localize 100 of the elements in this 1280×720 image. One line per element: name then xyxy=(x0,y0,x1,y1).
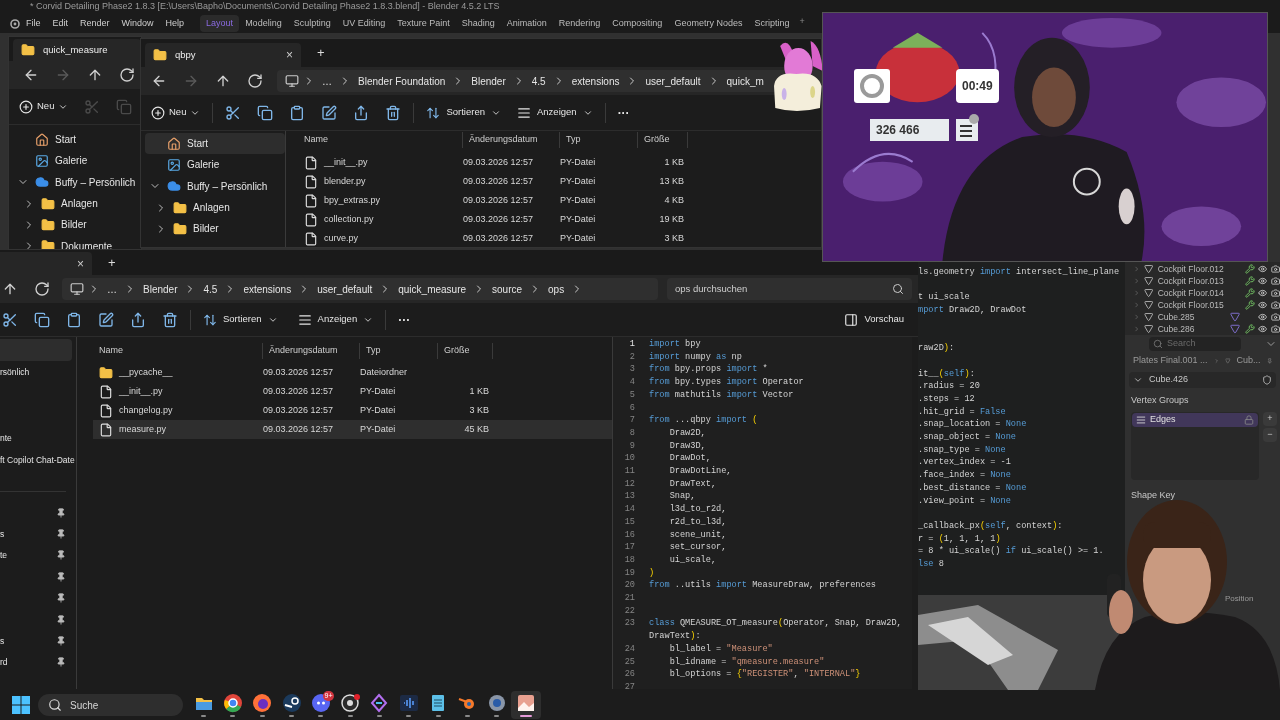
add-button[interactable]: + xyxy=(1263,411,1277,426)
new-button[interactable]: Neu xyxy=(19,99,69,114)
sidebar-item[interactable]: Galerie xyxy=(145,154,285,176)
workspace-tab[interactable]: Shading xyxy=(455,14,501,33)
camera-icon[interactable] xyxy=(1270,300,1280,310)
sidebar-item[interactable]: Bilder xyxy=(145,218,285,240)
file-row[interactable]: __pycache__ 09.03.2026 12:57 Dateiordner xyxy=(93,363,612,382)
more-button[interactable]: ··· xyxy=(398,310,411,329)
new-tab-button[interactable]: + xyxy=(309,43,333,63)
view-button[interactable]: Anzeigen xyxy=(517,105,593,120)
file-row[interactable]: bpy_extras.py 09.03.2026 12:57 PY-Datei 4 KB xyxy=(298,191,688,210)
pen-square-icon[interactable] xyxy=(98,311,114,328)
eye-icon[interactable] xyxy=(1257,324,1267,334)
quick-access-item[interactable]: te xyxy=(0,544,70,567)
copy-icon[interactable] xyxy=(34,311,50,328)
workspace-tab[interactable]: Scripting xyxy=(748,14,796,33)
breadcrumb-item[interactable]: ops xyxy=(546,281,567,297)
column-header[interactable]: Typ xyxy=(360,343,438,359)
outliner-row[interactable]: Cockpit Floor.012 xyxy=(1125,263,1280,275)
file-row[interactable]: curve.py 09.03.2026 12:57 PY-Datei 3 KB xyxy=(298,229,688,247)
outliner-row[interactable]: Cube.286 xyxy=(1125,323,1280,335)
menu-item[interactable]: Window xyxy=(121,16,154,31)
sidebar-item[interactable]: Anlagen xyxy=(13,192,141,215)
outliner-row[interactable]: Cockpit Floor.013 xyxy=(1125,275,1280,287)
workspace-tab[interactable]: Sculpting xyxy=(287,14,337,33)
remove-button[interactable]: − xyxy=(1263,427,1277,442)
breadcrumb-item[interactable]: 4.5 xyxy=(529,73,548,89)
close-button[interactable]: × xyxy=(286,46,293,64)
refresh-icon[interactable] xyxy=(247,73,263,89)
scissors-icon[interactable] xyxy=(2,311,18,328)
eye-icon[interactable] xyxy=(1257,300,1267,310)
column-header[interactable]: Name xyxy=(93,343,263,359)
share-icon[interactable] xyxy=(353,104,370,121)
breadcrumb-item[interactable]: extensions xyxy=(569,73,622,89)
windows-logo-icon[interactable] xyxy=(12,696,30,714)
add-workspace-button[interactable]: + xyxy=(795,14,809,33)
more-button[interactable]: ··· xyxy=(617,103,630,122)
outliner-row[interactable]: Cube.285 xyxy=(1125,311,1280,323)
quick-access-item[interactable]: s xyxy=(0,523,70,545)
breadcrumb-item[interactable]: Plates Final.001 ... xyxy=(1133,354,1208,368)
view-button[interactable]: Anzeigen xyxy=(297,312,374,327)
column-header[interactable]: Änderungsdatum xyxy=(463,132,560,148)
file-row[interactable]: blender.py 09.03.2026 12:57 PY-Datei 13 KB xyxy=(298,172,688,191)
up-arrow-icon[interactable] xyxy=(2,281,18,297)
quick-access-item[interactable]: s xyxy=(0,630,70,652)
column-header[interactable]: Größe xyxy=(638,132,688,148)
workspace-tab[interactable]: Modeling xyxy=(239,14,288,33)
sidebar-item[interactable]: Start xyxy=(13,129,141,151)
column-header[interactable]: Größe xyxy=(438,343,493,359)
camera-icon[interactable] xyxy=(1270,276,1280,286)
sidebar-item[interactable]: Dokumente xyxy=(13,235,141,249)
workspace-tab[interactable]: Layout xyxy=(200,14,240,33)
sidebar-item[interactable]: Bilder xyxy=(13,214,141,236)
clipboard-icon[interactable] xyxy=(66,311,82,328)
camera-icon[interactable] xyxy=(1270,324,1280,334)
image-icon[interactable] xyxy=(515,693,536,713)
sidebar-item[interactable]: Buffy – Persönlich xyxy=(13,171,141,193)
breadcrumb-item[interactable]: … xyxy=(320,73,334,89)
workspace-tab[interactable]: Compositing xyxy=(606,14,669,33)
new-button[interactable]: Neu xyxy=(151,105,201,120)
close-button[interactable]: × xyxy=(77,254,84,273)
eye-icon[interactable] xyxy=(1257,288,1267,298)
camera-icon[interactable] xyxy=(1270,288,1280,298)
menu-item[interactable]: Render xyxy=(80,16,110,31)
sidebar-item[interactable]: Galerie xyxy=(13,150,141,172)
file-row[interactable]: __init__.py 09.03.2026 12:57 PY-Datei 1 KB xyxy=(93,382,612,401)
eye-icon[interactable] xyxy=(1257,264,1267,274)
breadcrumb-item[interactable]: extensions xyxy=(241,281,294,297)
gamepad-icon[interactable] xyxy=(281,693,302,713)
window-tab[interactable]: × xyxy=(0,252,92,275)
menu-item[interactable]: File xyxy=(26,16,41,31)
quick-access-item[interactable]: rd xyxy=(0,651,70,674)
menu-item[interactable]: Edit xyxy=(52,16,69,31)
workspace-tab[interactable]: Animation xyxy=(500,14,553,33)
copy-icon[interactable] xyxy=(257,104,274,121)
sidebar-item[interactable]: nte xyxy=(0,427,72,449)
scissors-icon[interactable] xyxy=(225,104,242,121)
column-header[interactable]: Name xyxy=(298,132,463,148)
workspace-tab[interactable]: UV Editing xyxy=(336,14,392,33)
chat-icon[interactable] xyxy=(310,693,331,713)
diamond-icon[interactable] xyxy=(369,693,390,713)
breadcrumb-item[interactable]: 4.5 xyxy=(201,281,220,297)
workspace-tab[interactable]: Texture Paint xyxy=(391,14,456,33)
refresh-icon[interactable] xyxy=(119,67,135,83)
camera-icon[interactable] xyxy=(1270,264,1280,274)
sort-button[interactable]: Sortieren xyxy=(203,312,278,327)
workspace-tab[interactable]: Rendering xyxy=(552,14,607,33)
up-arrow-icon[interactable] xyxy=(215,73,231,89)
record-icon[interactable] xyxy=(340,693,361,713)
pen-square-icon[interactable] xyxy=(321,104,338,121)
address-bar[interactable]: … Blender Foundation Blender 4.5 extensions user_default quick_m xyxy=(277,70,821,92)
file-row[interactable]: __init__.py 09.03.2026 12:57 PY-Datei 1 KB xyxy=(298,153,688,172)
trash-icon[interactable] xyxy=(385,104,402,121)
file-row[interactable]: measure.py 09.03.2026 12:57 PY-Datei 45 KB xyxy=(93,420,612,439)
clipboard-icon[interactable] xyxy=(289,104,306,121)
search-field[interactable]: ops durchsuchen xyxy=(667,278,912,300)
list-row[interactable]: Edges xyxy=(1132,412,1258,427)
breadcrumb-item[interactable]: quick_m xyxy=(724,73,766,89)
waveform-icon[interactable] xyxy=(398,693,419,713)
address-bar[interactable]: … Blender 4.5 extensions user_default quick_measure source ops xyxy=(62,278,658,300)
